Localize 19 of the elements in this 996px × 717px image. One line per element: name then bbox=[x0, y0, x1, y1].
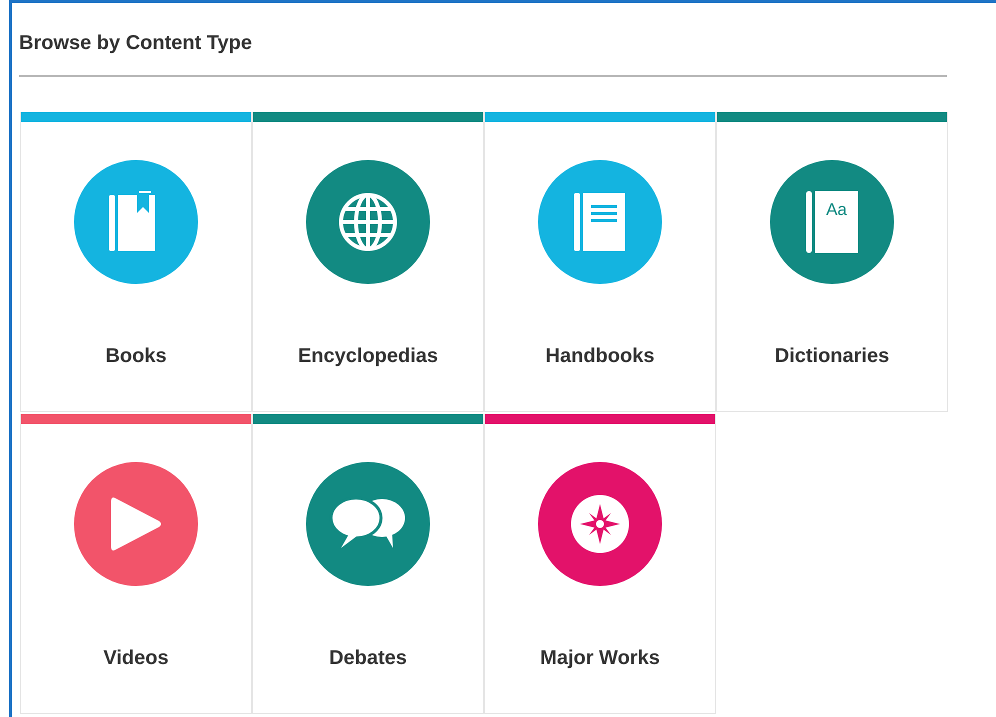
tile-label: Major Works bbox=[540, 646, 660, 670]
icon-letters: Aa bbox=[826, 201, 847, 221]
content-type-tile[interactable]: Debates bbox=[252, 414, 484, 714]
tile-label: Books bbox=[105, 344, 167, 368]
tile-label: Debates bbox=[329, 646, 407, 670]
content-type-tile[interactable]: Aa Dictionaries bbox=[716, 112, 948, 412]
tile-label: Encyclopedias bbox=[298, 344, 438, 368]
content-type-tile[interactable]: Major Works bbox=[484, 414, 716, 714]
content-type-tile[interactable]: Videos bbox=[20, 414, 252, 714]
compass-icon bbox=[570, 494, 630, 554]
lined-book-icon bbox=[574, 191, 626, 253]
tile-label: Dictionaries bbox=[774, 344, 890, 368]
content-type-tile[interactable]: Handbooks bbox=[484, 112, 716, 412]
tile-label: Handbooks bbox=[546, 344, 654, 368]
globe-icon bbox=[337, 191, 399, 253]
content-type-tile[interactable]: Books bbox=[20, 112, 252, 412]
content-type-tile[interactable]: Encyclopedias bbox=[252, 112, 484, 412]
section-title: Browse by Content Type bbox=[19, 31, 253, 55]
tile-label: Videos bbox=[103, 646, 169, 670]
